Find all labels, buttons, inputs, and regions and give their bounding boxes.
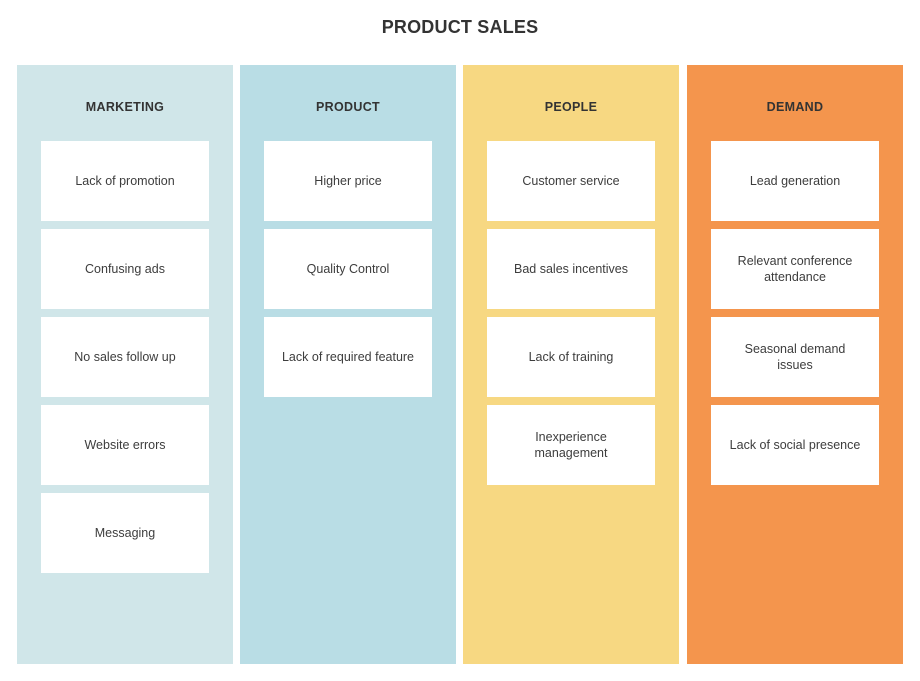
cause-card[interactable]: Inexperience management xyxy=(487,405,655,485)
cause-card[interactable]: Quality Control xyxy=(264,229,432,309)
card-list: Lead generation Relevant conference atte… xyxy=(711,141,879,493)
card-list: Customer service Bad sales incentives La… xyxy=(487,141,655,493)
cause-card[interactable]: Seasonal demand issues xyxy=(711,317,879,397)
cause-card[interactable]: Lack of promotion xyxy=(41,141,209,221)
cause-card[interactable]: Lack of required feature xyxy=(264,317,432,397)
column-product: PRODUCT Higher price Quality Control Lac… xyxy=(240,65,456,664)
cause-card[interactable]: Customer service xyxy=(487,141,655,221)
cause-card[interactable]: Relevant conference attendance xyxy=(711,229,879,309)
cause-card[interactable]: Messaging xyxy=(41,493,209,573)
column-people: PEOPLE Customer service Bad sales incent… xyxy=(463,65,679,664)
cause-card[interactable]: No sales follow up xyxy=(41,317,209,397)
column-header: PEOPLE xyxy=(544,100,598,114)
column-header: PRODUCT xyxy=(316,100,380,114)
column-demand: DEMAND Lead generation Relevant conferen… xyxy=(687,65,903,664)
cause-card[interactable]: Confusing ads xyxy=(41,229,209,309)
card-list: Lack of promotion Confusing ads No sales… xyxy=(41,141,209,581)
cause-card[interactable]: Higher price xyxy=(264,141,432,221)
cause-card[interactable]: Bad sales incentives xyxy=(487,229,655,309)
cause-card[interactable]: Lack of training xyxy=(487,317,655,397)
cause-card[interactable]: Website errors xyxy=(41,405,209,485)
column-marketing: MARKETING Lack of promotion Confusing ad… xyxy=(17,65,233,664)
column-header: MARKETING xyxy=(85,100,165,114)
column-header: DEMAND xyxy=(766,100,824,114)
diagram-title: PRODUCT SALES xyxy=(381,17,539,37)
card-list: Higher price Quality Control Lack of req… xyxy=(264,141,432,405)
cause-card[interactable]: Lack of social presence xyxy=(711,405,879,485)
cause-card[interactable]: Lead generation xyxy=(711,141,879,221)
